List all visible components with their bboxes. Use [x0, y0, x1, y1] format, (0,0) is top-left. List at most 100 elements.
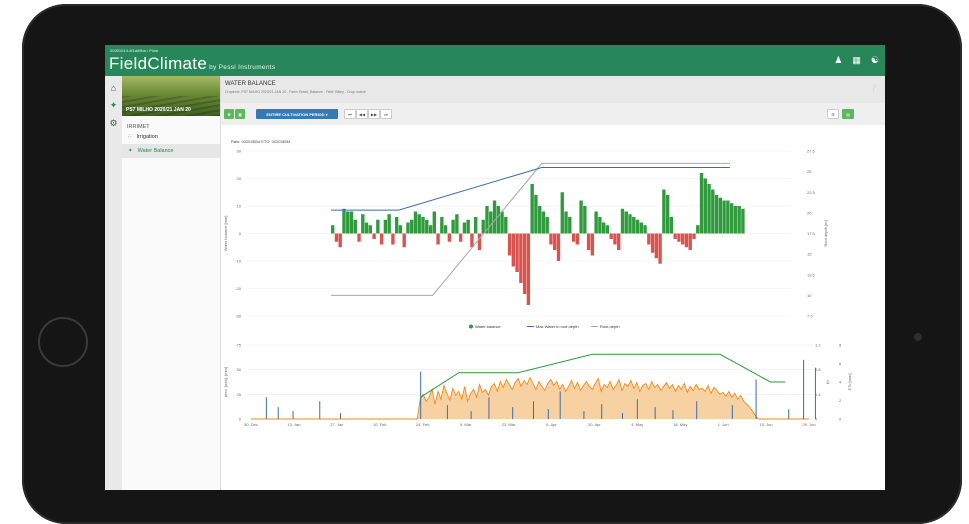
water-balance-bar	[726, 200, 730, 234]
water-balance-bar	[410, 219, 414, 234]
rain-bar	[755, 379, 757, 419]
water-balance-bar	[677, 233, 681, 242]
rain-bar	[532, 401, 534, 419]
water-balance-bar	[361, 214, 365, 234]
breadcrumb: 20201014-4f1dd9ba / Plum	[110, 48, 159, 53]
water-balance-bar	[515, 233, 519, 272]
y2-tick-label: 0.4	[815, 392, 821, 397]
screen: 20201014-4f1dd9ba / Plum FieldClimate by …	[105, 45, 885, 490]
water-balance-bar	[609, 233, 613, 239]
sidebar-item-water-balance[interactable]: ✦ Water Balance	[122, 144, 220, 158]
water-balance-bar	[737, 206, 741, 234]
home-icon[interactable]: ⌂	[105, 83, 122, 93]
rain-bar	[636, 399, 638, 419]
water-balance-bar	[586, 233, 591, 250]
x-tick-label: 10. Feb	[373, 422, 387, 427]
x-tick-label: 24. Feb	[416, 422, 430, 427]
rain-bar	[654, 407, 656, 419]
water-balance-bar	[669, 217, 674, 234]
water-balance-bar	[368, 225, 372, 234]
water-balance-bar	[662, 189, 666, 234]
water-balance-bar	[703, 178, 707, 234]
y2-tick-label: 17.5	[807, 231, 816, 236]
rain-bar	[277, 407, 279, 419]
water-balance-bar	[545, 217, 549, 234]
factory-icon[interactable]: ▦	[852, 55, 861, 66]
camera	[914, 333, 922, 341]
water-balance-bar	[692, 233, 696, 239]
sidebar-item-irrigation[interactable]: ∴ Irrigation	[122, 130, 220, 144]
water-balance-bar	[718, 197, 723, 234]
x-tick-label: 1. Jun	[718, 422, 729, 427]
water-balance-bar	[466, 219, 470, 234]
water-balance-bar	[455, 214, 459, 234]
water-balance-bar	[425, 219, 429, 234]
y2-tick-label: 27.5	[807, 149, 816, 154]
water-balance-bar	[538, 206, 542, 234]
station-label: PS7 MILHO 2020/21 JAN 20	[126, 107, 191, 113]
x-tick-label: 6. Apr	[546, 422, 557, 427]
rain-bar	[488, 397, 490, 419]
sidebar-item-label: Water Balance	[137, 148, 174, 154]
y-tick-label: 0	[239, 417, 242, 422]
water-balance-bar	[684, 233, 689, 248]
legend-label: Max Water in root depth	[536, 324, 579, 329]
rain-bar	[622, 413, 624, 419]
x-tick-label: 18. May	[673, 422, 687, 427]
water-balance-bar	[519, 233, 523, 283]
plant-icon[interactable]: ✦	[105, 100, 122, 111]
water-balance-bar	[556, 233, 561, 261]
y-tick-label: -30	[235, 314, 242, 319]
x-tick-label: 27. Jan	[330, 422, 343, 427]
water-balance-bar	[372, 233, 376, 239]
home-button[interactable]	[38, 317, 88, 367]
user-icon[interactable]: ♟	[834, 55, 842, 66]
water-balance-bar	[511, 233, 516, 267]
water-balance-bar	[413, 211, 418, 234]
y2-tick-label: 12.5	[807, 272, 816, 277]
rain-bar	[547, 409, 549, 419]
water-balance-bar	[334, 233, 339, 242]
water-balance-bar	[643, 225, 647, 234]
water-balance-bar	[496, 206, 500, 234]
legend-swatch-water-balance	[469, 324, 473, 329]
x-tick-label: 4. May	[631, 422, 643, 427]
water-balance-bar	[481, 219, 485, 234]
y3-tick-label: 0	[839, 417, 842, 422]
water-balance-bar	[436, 233, 440, 245]
water-balance-bar	[470, 233, 474, 248]
rain-bar	[803, 359, 805, 419]
wifi-icon[interactable]: ☯	[871, 55, 879, 66]
rain-bar	[420, 371, 422, 419]
y-tick-label: 10	[237, 204, 242, 209]
station-banner[interactable]: PS7 MILHO 2020/21 JAN 20	[122, 76, 220, 116]
water-balance-bar	[590, 233, 595, 256]
water-balance-bar	[647, 233, 651, 245]
water-balance-bar	[722, 200, 726, 234]
water-balance-bar	[681, 233, 685, 245]
app-logo[interactable]: FieldClimate by Pessl Instruments	[109, 54, 275, 74]
water-balance-bar	[353, 219, 357, 234]
x-tick-label: 20. Apr	[588, 422, 601, 427]
water-balance-bar	[620, 208, 625, 234]
water-balance-bar	[639, 222, 643, 234]
legend-label: Root depth	[600, 324, 620, 329]
water-balance-bar	[575, 233, 579, 245]
y-tick-label: 20	[237, 176, 242, 181]
gear-icon[interactable]: ⚙	[105, 118, 122, 129]
water-balance-bar	[624, 211, 628, 234]
icon-rail: ⌂ ✦ ⚙	[105, 76, 122, 490]
water-balance-bar	[443, 225, 448, 234]
water-balance-bar	[432, 211, 436, 234]
y2-tick-label: 7.5	[807, 314, 813, 319]
rain-bar	[559, 391, 561, 419]
rain-bar	[788, 409, 790, 419]
top-icons: ♟ ▦ ☯	[834, 55, 879, 66]
water-balance-bar	[729, 203, 734, 234]
y-tick-label: -10	[235, 259, 242, 264]
sprinkler-icon: ∴	[128, 134, 132, 140]
y3-axis-label: ETo [mm]	[847, 374, 852, 391]
water-balance-bar	[387, 214, 391, 234]
water-balance-bar	[507, 233, 512, 256]
legend-label: Water balance	[475, 324, 501, 329]
